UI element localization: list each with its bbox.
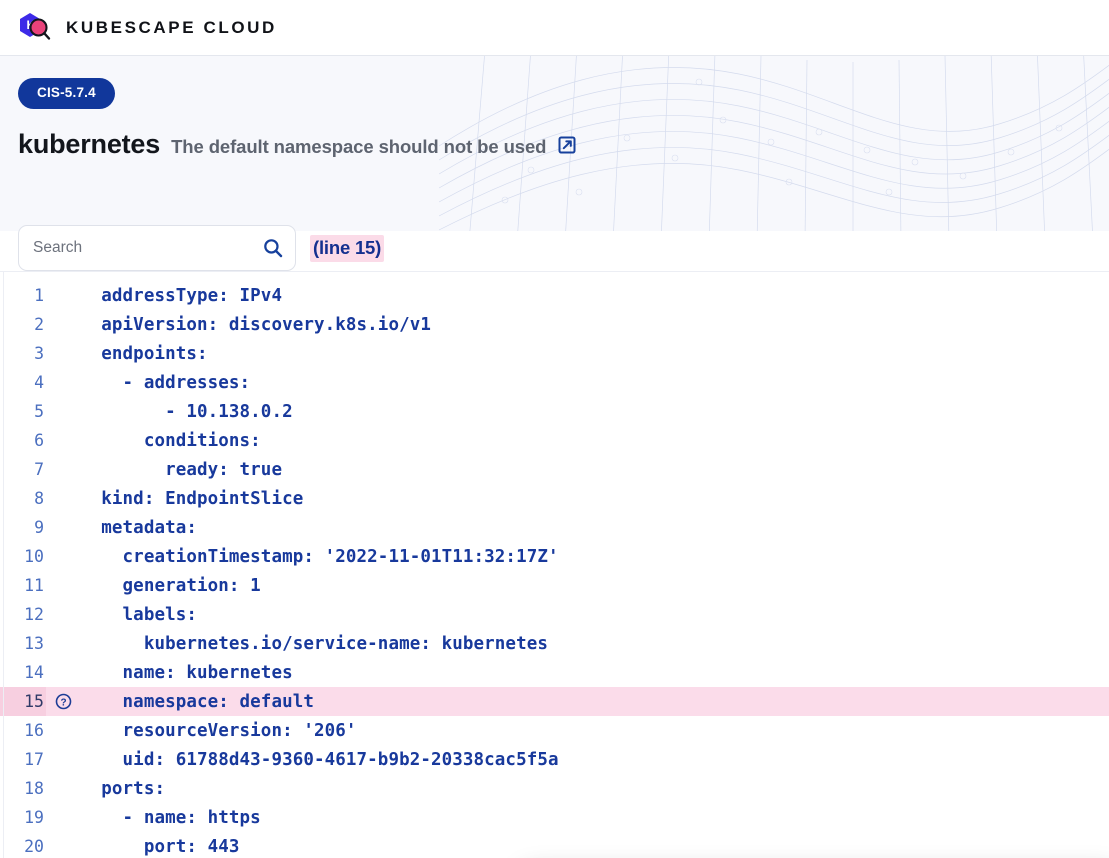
code-line[interactable]: 11 generation: 1	[0, 571, 1109, 600]
code-line[interactable]: 12 labels:	[0, 600, 1109, 629]
code-line[interactable]: 16 resourceVersion: '206'	[0, 716, 1109, 745]
code-line-text: ports:	[80, 779, 165, 799]
line-number: 16	[0, 721, 46, 740]
line-number: 20	[0, 837, 46, 856]
line-number: 14	[0, 663, 46, 682]
page-title: kubernetes	[18, 129, 160, 160]
code-line-text: endpoints:	[80, 344, 208, 364]
line-number: 17	[0, 750, 46, 769]
code-line-text: resourceVersion: '206'	[80, 721, 357, 741]
search-icon[interactable]	[262, 237, 284, 259]
code-line[interactable]: 9 metadata:	[0, 513, 1109, 542]
code-line[interactable]: 17 uid: 61788d43-9360-4617-b9b2-20338cac…	[0, 745, 1109, 774]
line-number: 13	[0, 634, 46, 653]
code-line[interactable]: 4 - addresses:	[0, 368, 1109, 397]
code-line[interactable]: 7 ready: true	[0, 455, 1109, 484]
external-link-icon[interactable]	[557, 135, 577, 155]
search-box[interactable]	[18, 225, 296, 271]
line-reference-label[interactable]: (line 15)	[310, 235, 384, 262]
line-number: 1	[0, 286, 46, 305]
code-line-text: name: kubernetes	[80, 663, 293, 683]
code-line[interactable]: 1 addressType: IPv4	[0, 281, 1109, 310]
code-line[interactable]: 20 port: 443	[0, 832, 1109, 858]
line-number: 4	[0, 373, 46, 392]
code-line-text: - 10.138.0.2	[80, 402, 293, 422]
brand-title: KUBESCAPE CLOUD	[66, 18, 277, 38]
code-line[interactable]: 15? namespace: default	[0, 687, 1109, 716]
line-number: 19	[0, 808, 46, 827]
code-line-text: metadata:	[80, 518, 197, 538]
code-line-text: kind: EndpointSlice	[80, 489, 303, 509]
code-line[interactable]: 19 - name: https	[0, 803, 1109, 832]
line-number: 12	[0, 605, 46, 624]
code-line-text: - name: https	[80, 808, 261, 828]
code-line[interactable]: 2 apiVersion: discovery.k8s.io/v1	[0, 310, 1109, 339]
search-input[interactable]	[19, 226, 295, 270]
page-subtitle: The default namespace should not be used	[171, 136, 546, 158]
code-line-text: ready: true	[80, 460, 282, 480]
line-number: 11	[0, 576, 46, 595]
line-number: 9	[0, 518, 46, 537]
code-line[interactable]: 10 creationTimestamp: '2022-11-01T11:32:…	[0, 542, 1109, 571]
question-circle-icon[interactable]: ?	[46, 693, 80, 710]
code-line-list: 1 addressType: IPv42 apiVersion: discove…	[0, 281, 1109, 858]
code-line[interactable]: 18 ports:	[0, 774, 1109, 803]
line-number: 5	[0, 402, 46, 421]
code-line-text: generation: 1	[80, 576, 261, 596]
app-bar: K KUBESCAPE CLOUD	[0, 0, 1109, 56]
code-line-text: addressType: IPv4	[80, 286, 282, 306]
line-number: 3	[0, 344, 46, 363]
code-line[interactable]: 6 conditions:	[0, 426, 1109, 455]
line-number: 2	[0, 315, 46, 334]
code-line-text: port: 443	[80, 837, 240, 857]
kubescape-logo-icon[interactable]: K	[16, 9, 54, 47]
code-line-text: namespace: default	[80, 692, 314, 712]
line-number: 15	[0, 687, 46, 716]
code-line[interactable]: 3 endpoints:	[0, 339, 1109, 368]
line-number: 18	[0, 779, 46, 798]
code-line-text: apiVersion: discovery.k8s.io/v1	[80, 315, 431, 335]
line-number: 8	[0, 489, 46, 508]
code-line[interactable]: 14 name: kubernetes	[0, 658, 1109, 687]
code-line[interactable]: 8 kind: EndpointSlice	[0, 484, 1109, 513]
line-number: 10	[0, 547, 46, 566]
page-header: CIS-5.7.4 kubernetes The default namespa…	[0, 56, 1109, 231]
code-line-text: uid: 61788d43-9360-4617-b9b2-20338cac5f5…	[80, 750, 559, 770]
code-line-text: creationTimestamp: '2022-11-01T11:32:17Z…	[80, 547, 559, 567]
code-line-text: conditions:	[80, 431, 261, 451]
code-line[interactable]: 5 - 10.138.0.2	[0, 397, 1109, 426]
code-line[interactable]: 13 kubernetes.io/service-name: kubernete…	[0, 629, 1109, 658]
code-left-rule	[3, 272, 4, 858]
code-line-text: - addresses:	[80, 373, 250, 393]
line-number: 6	[0, 431, 46, 450]
code-viewer[interactable]: 1 addressType: IPv42 apiVersion: discove…	[0, 271, 1109, 858]
line-number: 7	[0, 460, 46, 479]
code-line-text: kubernetes.io/service-name: kubernetes	[80, 634, 548, 654]
code-line-text: labels:	[80, 605, 197, 625]
control-id-badge: CIS-5.7.4	[18, 78, 115, 109]
toolbar: (line 15)	[0, 225, 1109, 271]
svg-text:?: ?	[60, 697, 66, 708]
page-title-row: kubernetes The default namespace should …	[18, 129, 1109, 160]
